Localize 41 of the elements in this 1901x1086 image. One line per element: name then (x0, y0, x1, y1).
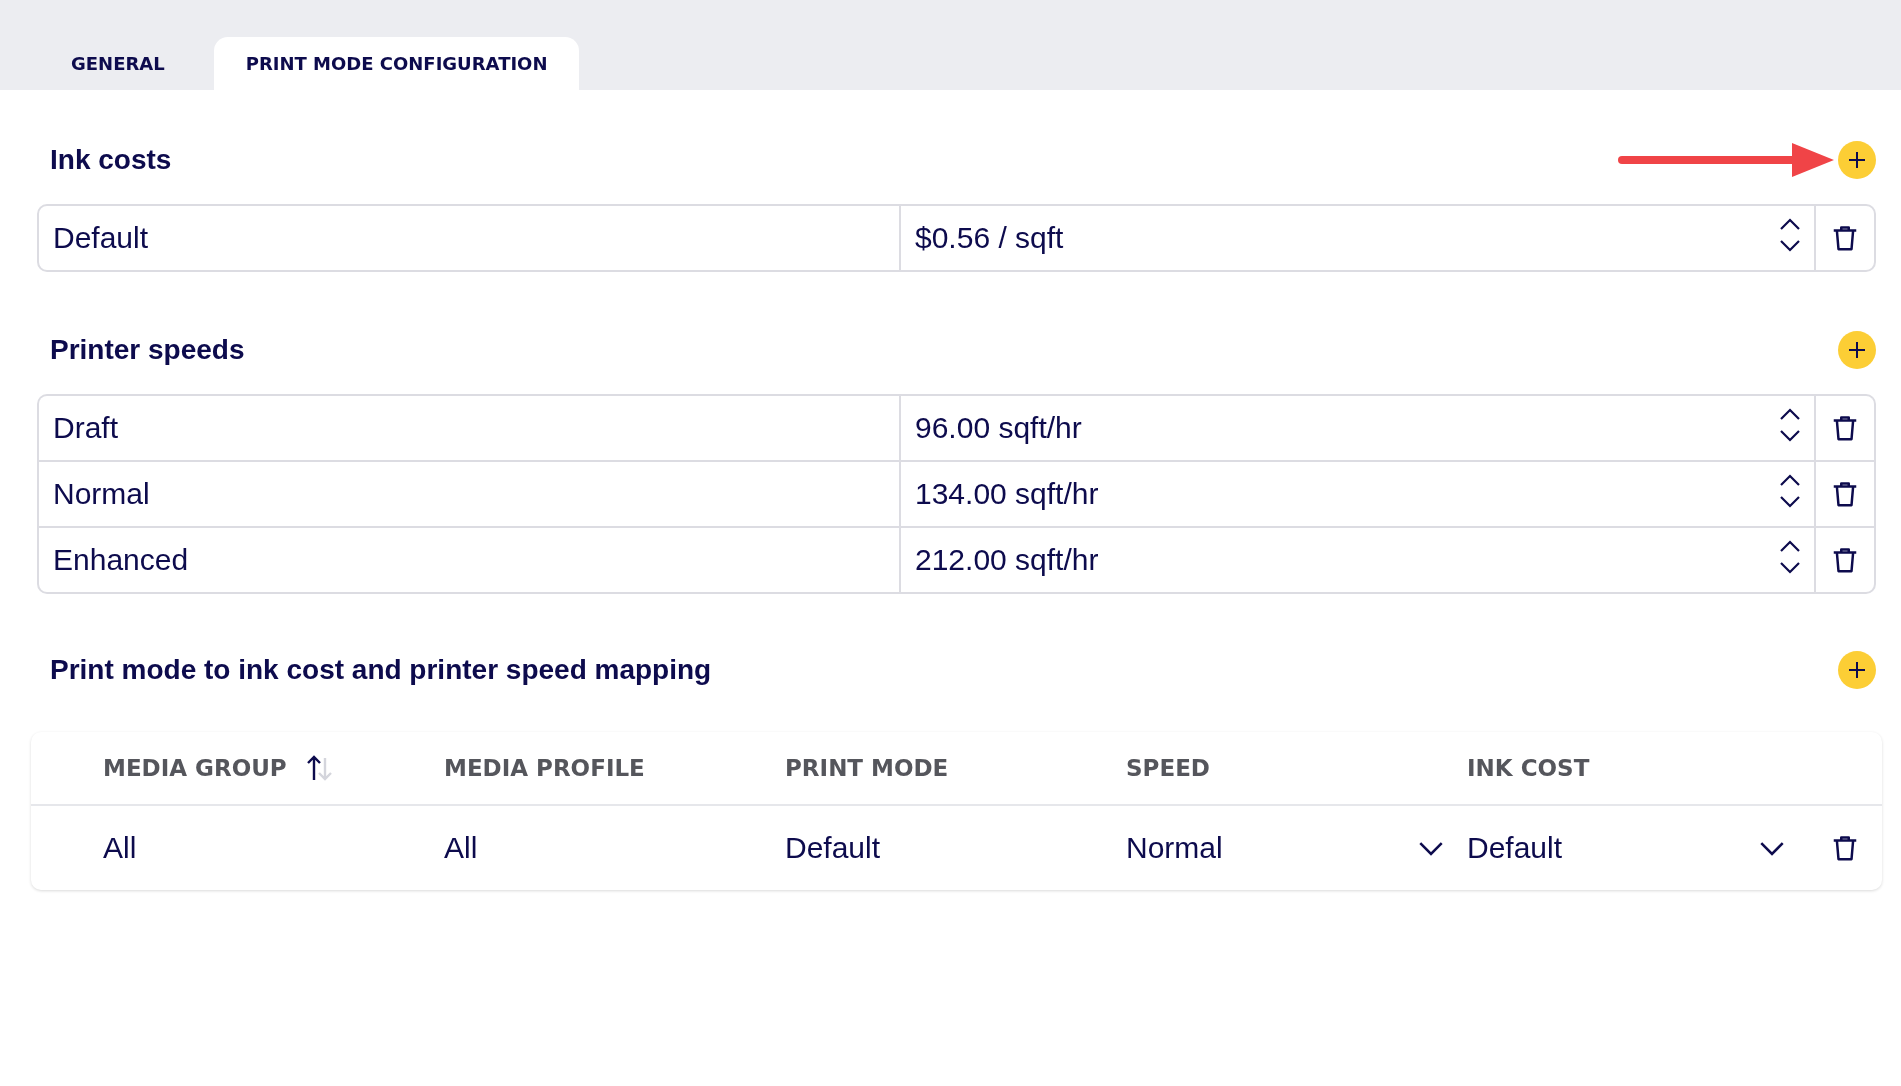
plus-icon (1847, 150, 1867, 170)
column-header: MEDIA PROFILE (444, 755, 645, 781)
chevron-down-icon (1759, 840, 1785, 856)
delete-button[interactable] (1814, 460, 1876, 526)
value-field[interactable]: 212.00 sqft/hr (901, 526, 1814, 594)
column-header: PRINT MODE (785, 755, 949, 781)
delete-button[interactable] (1814, 204, 1876, 272)
table-cell: Default (785, 831, 881, 865)
decrement-button[interactable] (1778, 239, 1802, 253)
increment-button[interactable] (1778, 407, 1802, 421)
dropdown[interactable]: Default (1467, 831, 1797, 865)
increment-button[interactable] (1778, 217, 1802, 231)
decrement-button[interactable] (1778, 561, 1802, 575)
name-field[interactable]: Normal (37, 460, 901, 526)
tab[interactable]: GENERAL (22, 37, 214, 90)
section-title: Ink costs (50, 144, 172, 176)
table-cell: All (444, 831, 478, 865)
decrement-button[interactable] (1778, 495, 1802, 509)
dropdown[interactable]: Normal (1126, 831, 1456, 865)
tab[interactable]: PRINT MODE CONFIGURATION (213, 37, 580, 90)
add-button[interactable] (1838, 651, 1876, 689)
plus-icon (1847, 340, 1867, 360)
value-field[interactable]: $0.56 / sqft (901, 204, 1814, 272)
table-cell: All (103, 831, 137, 865)
name-field[interactable]: Draft (37, 394, 901, 460)
column-header: SPEED (1126, 755, 1210, 781)
delete-button[interactable] (1814, 526, 1876, 594)
increment-button[interactable] (1778, 539, 1802, 553)
delete-button[interactable] (1814, 394, 1876, 460)
name-field[interactable]: Enhanced (37, 526, 901, 594)
section-title: Print mode to ink cost and printer speed mapping (50, 654, 712, 686)
section-title: Printer speeds (50, 334, 245, 366)
plus-icon (1847, 660, 1867, 680)
decrement-button[interactable] (1778, 429, 1802, 443)
add-button[interactable] (1838, 331, 1876, 369)
chevron-down-icon (1418, 840, 1444, 856)
increment-button[interactable] (1778, 473, 1802, 487)
column-header: INK COST (1467, 755, 1590, 781)
add-button[interactable] (1838, 141, 1876, 179)
column-header: MEDIA GROUP (103, 755, 287, 781)
name-field[interactable]: Default (37, 204, 901, 272)
